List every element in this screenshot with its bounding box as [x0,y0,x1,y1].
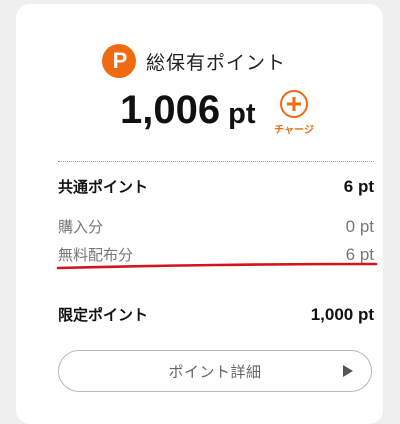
common-points-row: 共通ポイント 6 pt [58,176,374,197]
points-logo-icon: P [102,44,136,78]
common-points-label: 共通ポイント [58,178,149,196]
charge-button[interactable]: チャージ [269,90,319,136]
common-points-value: 6 pt [343,177,374,196]
total-points-title: 総保有ポイント [146,51,287,74]
charge-label: チャージ [274,125,314,136]
total-points-amount: 1,006 pt [120,88,255,133]
section-divider [58,161,374,162]
play-arrow-icon [343,365,353,377]
total-points-value: 1,006 [120,88,221,132]
points-detail-button[interactable]: ポイント詳細 [58,350,372,392]
red-underline-annotation [56,262,378,270]
limited-points-row: 限定ポイント 1,000 pt [58,304,374,325]
total-points-header: P 総保有ポイント [102,44,286,78]
limited-points-value: 1,000 pt [310,305,374,324]
limited-points-label: 限定ポイント [58,306,149,324]
plus-circle-icon [280,90,308,118]
points-detail-label: ポイント詳細 [168,362,262,381]
purchased-points-row: 購入分 0 pt [58,216,374,237]
points-card: P 総保有ポイント 1,006 pt チャージ 共通ポイント 6 pt 購入分 … [16,4,383,424]
total-points-unit: pt [228,98,256,130]
purchased-points-value: 0 pt [345,217,374,236]
purchased-points-label: 購入分 [58,218,104,236]
